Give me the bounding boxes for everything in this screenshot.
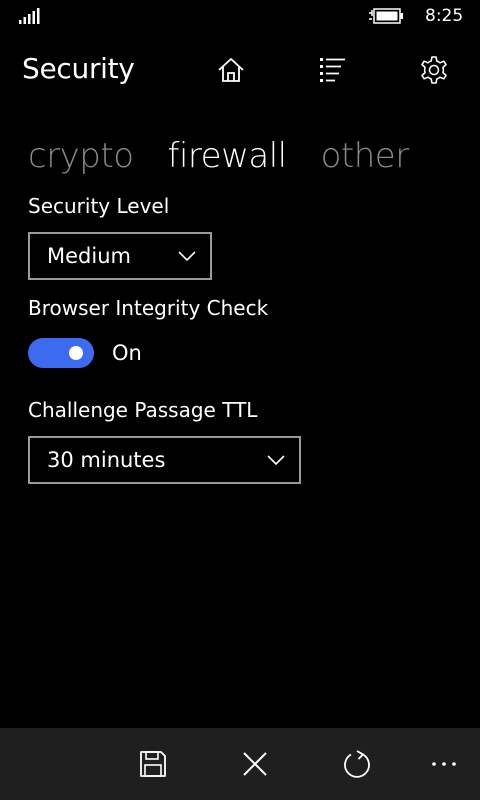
security-level-value: Medium bbox=[47, 244, 131, 268]
home-icon bbox=[218, 58, 244, 82]
tab-crypto[interactable]: crypto bbox=[28, 136, 134, 176]
challenge-ttl-dropdown[interactable]: 30 minutes bbox=[28, 436, 301, 484]
browser-integrity-label: Browser Integrity Check bbox=[28, 296, 269, 320]
more-button[interactable] bbox=[426, 744, 462, 784]
pivot-tabs: crypto firewall other bbox=[28, 136, 443, 180]
save-button[interactable] bbox=[133, 744, 173, 784]
status-bar: 8:25 bbox=[0, 0, 480, 32]
challenge-ttl-value: 30 minutes bbox=[47, 448, 166, 472]
browser-integrity-toggle[interactable] bbox=[28, 338, 94, 368]
toggle-knob bbox=[69, 346, 83, 360]
settings-button[interactable] bbox=[414, 50, 454, 90]
refresh-button[interactable] bbox=[337, 744, 377, 784]
battery-charging-icon bbox=[369, 8, 403, 24]
page-title: Security bbox=[22, 52, 135, 85]
chevron-down-icon bbox=[267, 455, 285, 466]
toggle-state-label: On bbox=[112, 341, 142, 365]
gear-icon bbox=[421, 56, 447, 84]
challenge-ttl-label: Challenge Passage TTL bbox=[28, 398, 258, 422]
list-icon bbox=[320, 58, 345, 82]
signal-strength-icon bbox=[19, 8, 40, 24]
screen: 8:25 Security crypto firewall other Secu… bbox=[0, 0, 480, 800]
app-bar bbox=[0, 728, 480, 800]
cancel-button[interactable] bbox=[235, 744, 275, 784]
clock: 8:25 bbox=[425, 6, 464, 26]
security-level-label: Security Level bbox=[28, 194, 170, 218]
save-icon bbox=[140, 751, 166, 777]
header: Security bbox=[0, 40, 480, 100]
list-button[interactable] bbox=[312, 50, 352, 90]
tab-other[interactable]: other bbox=[321, 136, 410, 176]
chevron-down-icon bbox=[178, 251, 196, 262]
refresh-icon bbox=[344, 750, 370, 778]
home-button[interactable] bbox=[211, 50, 251, 90]
more-icon bbox=[432, 762, 456, 766]
close-icon bbox=[243, 752, 267, 776]
security-level-dropdown[interactable]: Medium bbox=[28, 232, 212, 280]
tab-firewall[interactable]: firewall bbox=[168, 136, 288, 176]
